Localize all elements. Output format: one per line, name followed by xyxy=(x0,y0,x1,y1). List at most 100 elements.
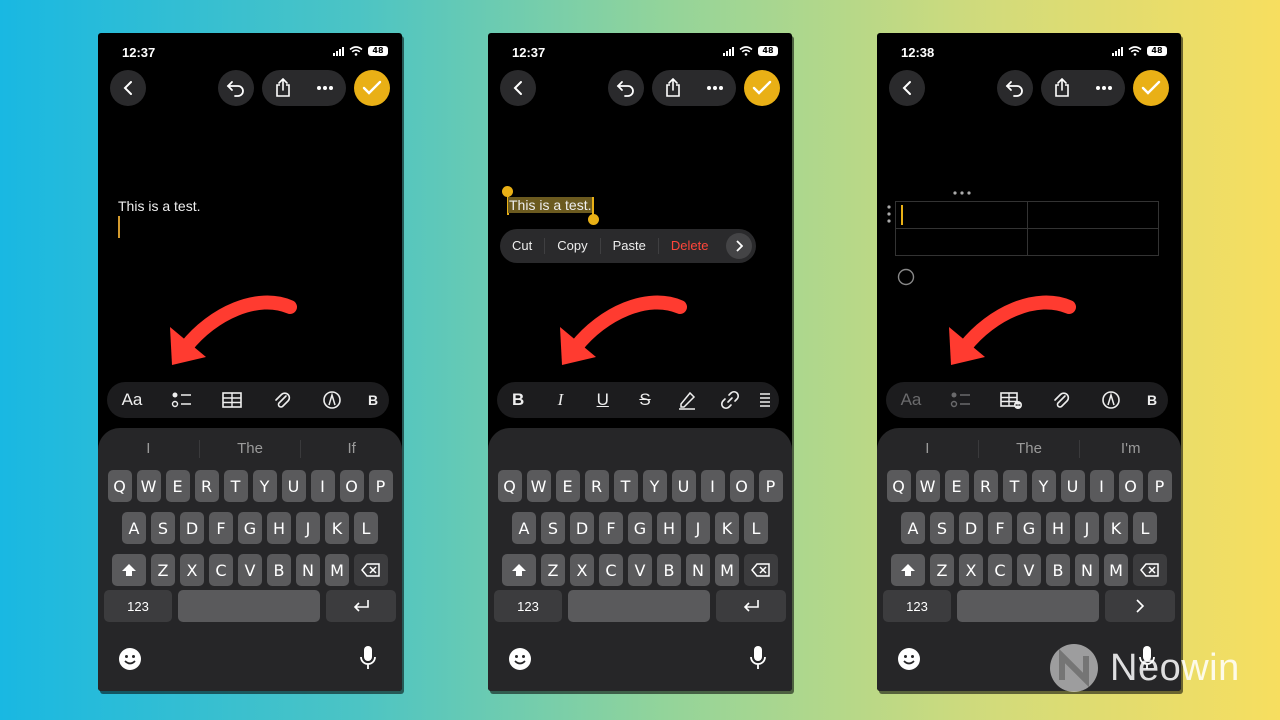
key-e[interactable]: E xyxy=(944,470,969,502)
menu-delete[interactable]: Delete xyxy=(659,238,721,254)
key-m[interactable]: M xyxy=(715,554,739,586)
more-icon[interactable] xyxy=(316,85,334,91)
done-button[interactable] xyxy=(354,70,390,106)
table-button[interactable] xyxy=(218,386,246,414)
suggestion-2[interactable]: The xyxy=(979,440,1081,458)
key-u[interactable]: U xyxy=(671,470,696,502)
key-t[interactable]: T xyxy=(613,470,638,502)
table-cell[interactable] xyxy=(895,228,1028,256)
menu-more-button[interactable] xyxy=(726,233,752,259)
key-f[interactable]: F xyxy=(209,512,233,544)
toolbar-overflow-icon[interactable]: B xyxy=(368,386,378,414)
key-i[interactable]: I xyxy=(1089,470,1114,502)
key-y[interactable]: Y xyxy=(252,470,277,502)
column-handle-icon[interactable] xyxy=(953,191,971,195)
key-l[interactable]: L xyxy=(1133,512,1157,544)
key-r[interactable]: R xyxy=(194,470,219,502)
markup-button[interactable] xyxy=(318,386,346,414)
done-button[interactable] xyxy=(744,70,780,106)
key-n[interactable]: N xyxy=(686,554,710,586)
more-icon[interactable] xyxy=(706,85,724,91)
key-z[interactable]: Z xyxy=(541,554,565,586)
key-v[interactable]: V xyxy=(1017,554,1041,586)
suggestion-1[interactable]: I xyxy=(98,440,200,458)
italic-button[interactable]: I xyxy=(546,386,574,414)
emoji-icon[interactable] xyxy=(508,647,532,671)
return-key[interactable] xyxy=(326,590,396,622)
numbers-key[interactable]: 123 xyxy=(494,590,562,622)
share-icon[interactable] xyxy=(664,78,682,98)
key-a[interactable]: A xyxy=(901,512,925,544)
key-d[interactable]: D xyxy=(959,512,983,544)
table-options-button[interactable] xyxy=(997,386,1025,414)
table-cell[interactable] xyxy=(895,201,1028,229)
key-p[interactable]: P xyxy=(758,470,783,502)
key-j[interactable]: J xyxy=(296,512,320,544)
key-t[interactable]: T xyxy=(223,470,248,502)
key-w[interactable]: W xyxy=(526,470,551,502)
back-button[interactable] xyxy=(500,70,536,106)
key-v[interactable]: V xyxy=(628,554,652,586)
shift-key[interactable] xyxy=(502,554,536,586)
shift-key[interactable] xyxy=(112,554,146,586)
next-cell-key[interactable] xyxy=(1105,590,1175,622)
key-m[interactable]: M xyxy=(325,554,349,586)
delete-key[interactable] xyxy=(354,554,388,586)
key-k[interactable]: K xyxy=(325,512,349,544)
key-v[interactable]: V xyxy=(238,554,262,586)
key-h[interactable]: H xyxy=(657,512,681,544)
row-handle-icon[interactable] xyxy=(887,205,891,223)
key-w[interactable]: W xyxy=(136,470,161,502)
numbers-key[interactable]: 123 xyxy=(883,590,951,622)
key-f[interactable]: F xyxy=(599,512,623,544)
key-y[interactable]: Y xyxy=(1031,470,1056,502)
checklist-circle-icon[interactable] xyxy=(897,268,915,286)
menu-copy[interactable]: Copy xyxy=(545,238,601,254)
markup-button[interactable] xyxy=(1097,386,1125,414)
key-q[interactable]: Q xyxy=(497,470,522,502)
space-key[interactable] xyxy=(178,590,320,622)
back-button[interactable] xyxy=(889,70,925,106)
delete-key[interactable] xyxy=(1133,554,1167,586)
key-w[interactable]: W xyxy=(915,470,940,502)
key-b[interactable]: B xyxy=(267,554,291,586)
checklist-button[interactable] xyxy=(168,386,196,414)
emoji-icon[interactable] xyxy=(118,647,142,671)
delete-key[interactable] xyxy=(744,554,778,586)
key-n[interactable]: N xyxy=(296,554,320,586)
key-r[interactable]: R xyxy=(584,470,609,502)
key-l[interactable]: L xyxy=(744,512,768,544)
back-button[interactable] xyxy=(110,70,146,106)
key-z[interactable]: Z xyxy=(930,554,954,586)
key-e[interactable]: E xyxy=(165,470,190,502)
attachment-button[interactable] xyxy=(268,386,296,414)
key-g[interactable]: G xyxy=(1017,512,1041,544)
key-x[interactable]: X xyxy=(570,554,594,586)
space-key[interactable] xyxy=(568,590,710,622)
suggestion-1[interactable]: I xyxy=(877,440,979,458)
key-l[interactable]: L xyxy=(354,512,378,544)
menu-cut[interactable]: Cut xyxy=(500,238,546,254)
link-button[interactable] xyxy=(716,386,744,414)
note-body-text[interactable]: This is a test. xyxy=(118,198,200,214)
menu-paste[interactable]: Paste xyxy=(601,238,659,254)
text-style-button[interactable]: Aa xyxy=(897,386,925,414)
key-g[interactable]: G xyxy=(238,512,262,544)
key-h[interactable]: H xyxy=(1046,512,1070,544)
key-m[interactable]: M xyxy=(1104,554,1128,586)
key-y[interactable]: Y xyxy=(642,470,667,502)
key-o[interactable]: O xyxy=(1118,470,1143,502)
key-t[interactable]: T xyxy=(1002,470,1027,502)
key-p[interactable]: P xyxy=(368,470,393,502)
strikethrough-button[interactable]: S xyxy=(631,386,659,414)
key-c[interactable]: C xyxy=(209,554,233,586)
share-icon[interactable] xyxy=(274,78,292,98)
key-b[interactable]: B xyxy=(657,554,681,586)
key-q[interactable]: Q xyxy=(886,470,911,502)
table-cell[interactable] xyxy=(1027,228,1159,256)
key-q[interactable]: Q xyxy=(107,470,132,502)
selection-end-handle[interactable] xyxy=(588,214,599,225)
key-u[interactable]: U xyxy=(281,470,306,502)
key-o[interactable]: O xyxy=(339,470,364,502)
share-icon[interactable] xyxy=(1053,78,1071,98)
